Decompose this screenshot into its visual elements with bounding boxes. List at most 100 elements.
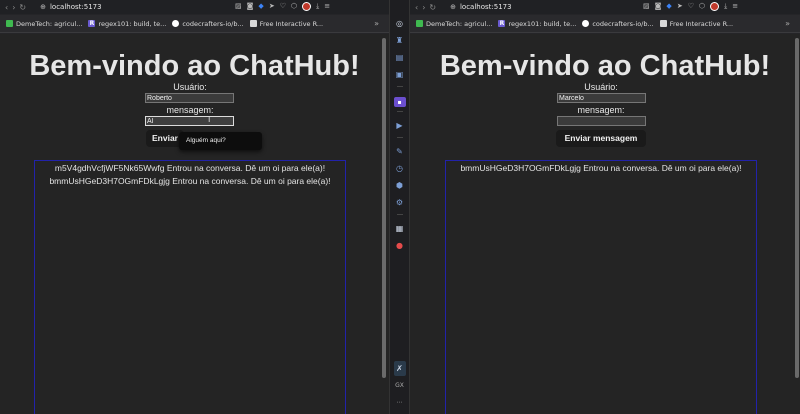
scrollbar[interactable] — [795, 38, 799, 378]
url-text: localhost:5173 — [459, 3, 512, 11]
site-info-icon[interactable]: ⊕ — [40, 3, 46, 11]
page-title: Bem-vindo ao ChatHub! — [29, 50, 360, 82]
download-icon[interactable]: ⤓ — [316, 2, 319, 11]
bookmark-page-icon — [659, 20, 667, 27]
regex101-icon: R — [498, 20, 506, 27]
menu-icon[interactable]: ≡ — [732, 2, 738, 11]
autocomplete-suggestion[interactable]: Alguém aqui? — [179, 132, 262, 150]
forward-icon[interactable]: › — [12, 3, 15, 12]
browser-window-left: ‹ › ↻ ⊕ localhost:5173 ▨ ◙ ◆ ➤ ♡ ⬡ ⤓ ≡ D… — [0, 0, 389, 414]
sidebar-divider — [396, 86, 403, 87]
pin-icon[interactable]: ✗ — [393, 361, 406, 376]
forward-icon[interactable]: › — [422, 3, 425, 12]
back-icon[interactable]: ‹ — [415, 3, 418, 12]
shield-icon[interactable]: ◆ — [666, 2, 671, 11]
nav-controls: ‹ › ↻ — [415, 3, 436, 12]
twitch-icon[interactable]: ▪ — [393, 97, 406, 107]
browser-sidebar: ◎ ♜ ▤ ▣ ▪ ▶ ✎ ◷ ⬢ ⚙ ▦ ● ✗ GX ⋯ — [389, 0, 410, 414]
browser-window-right: ‹ › ↻ ⊕ localhost:5173 ▨ ◙ ◆ ➤ ♡ ⬡ ⤓ ≡ D… — [410, 0, 800, 414]
bookmark-item[interactable]: Rregex101: build, te... — [498, 20, 576, 28]
message-label: mensagem: — [577, 105, 625, 115]
demetech-icon — [6, 20, 13, 27]
bookmark-item[interactable]: Free Interactive R... — [249, 20, 323, 28]
bookmark-item[interactable]: DemeTech: agricul... — [6, 20, 82, 28]
scrollbar[interactable] — [382, 38, 386, 378]
box-icon[interactable]: ⬢ — [394, 178, 406, 193]
wiki-icon[interactable]: ▦ — [394, 221, 406, 236]
sidebar-divider — [396, 111, 403, 112]
more-bookmarks-icon[interactable]: » — [785, 19, 790, 28]
address-bar[interactable]: ⊕ localhost:5173 — [450, 3, 511, 11]
vpn-icon[interactable]: ● — [394, 238, 406, 253]
message-list: m5V4gdhVcfjWF5Nk65Wwfg Entrou na convers… — [34, 160, 346, 414]
cube-icon[interactable]: ⬡ — [291, 2, 297, 11]
gx-badge[interactable]: GX — [394, 378, 406, 393]
history-icon[interactable]: ◷ — [394, 161, 406, 176]
send-icon[interactable]: ➤ — [677, 2, 683, 11]
lighthouse-icon[interactable]: ♜ — [394, 33, 406, 48]
reload-icon[interactable]: ↻ — [429, 3, 436, 12]
extension-icons: ▨ ◙ ◆ ➤ ♡ ⬡ ⤓ ≡ — [643, 2, 738, 11]
bookmark-item[interactable]: codecrafters-io/b... — [582, 20, 654, 28]
download-icon[interactable]: ⤓ — [724, 2, 727, 11]
user-input[interactable] — [145, 93, 234, 103]
chat-page: Bem-vindo ao ChatHub! Usuário: mensagem:… — [0, 34, 389, 414]
demetech-icon — [416, 20, 423, 27]
sidebar-divider — [396, 137, 403, 138]
user-input[interactable] — [557, 93, 646, 103]
github-icon — [172, 20, 180, 27]
cube-icon[interactable]: ⬡ — [699, 2, 705, 11]
bookmark-item[interactable]: codecrafters-io/b... — [172, 20, 244, 28]
bookmarks-bar: DemeTech: agricul... Rregex101: build, t… — [410, 15, 800, 33]
message-input[interactable] — [557, 116, 646, 126]
send-icon[interactable]: ➤ — [269, 2, 275, 11]
list-item: bmmUsHGeD3H7OGmFDkLgjg Entrou na convers… — [49, 176, 331, 186]
messenger-icon[interactable]: ▣ — [394, 67, 406, 82]
notes-icon[interactable]: ▤ — [394, 50, 406, 65]
github-icon — [582, 20, 590, 27]
profile-avatar[interactable] — [710, 2, 720, 11]
bookmarks-bar: DemeTech: agricul... Rregex101: build, t… — [0, 15, 389, 33]
profile-avatar[interactable] — [302, 2, 312, 11]
camera-icon[interactable]: ◙ — [655, 2, 662, 11]
page-title: Bem-vindo ao ChatHub! — [439, 50, 771, 82]
site-info-icon[interactable]: ⊕ — [450, 3, 456, 11]
message-input[interactable] — [145, 116, 234, 126]
more-bookmarks-icon[interactable]: » — [374, 19, 379, 28]
browser-toolbar: ‹ › ↻ ⊕ localhost:5173 ▨ ◙ ◆ ➤ ♡ ⬡ ⤓ ≡ — [410, 0, 800, 14]
camera-icon[interactable]: ◙ — [247, 2, 254, 11]
extension-icons: ▨ ◙ ◆ ➤ ♡ ⬡ ⤓ ≡ — [235, 2, 330, 11]
list-item: m5V4gdhVcfjWF5Nk65Wwfg Entrou na convers… — [54, 163, 326, 173]
message-label: mensagem: — [166, 105, 214, 115]
image-icon[interactable]: ▨ — [643, 2, 650, 11]
menu-icon[interactable]: ≡ — [324, 2, 330, 11]
image-icon[interactable]: ▨ — [235, 2, 242, 11]
shield-icon[interactable]: ◆ — [258, 2, 263, 11]
user-label: Usuário: — [173, 82, 207, 92]
settings-icon[interactable]: ⚙ — [394, 195, 406, 210]
whatsapp-icon[interactable]: ◎ — [394, 16, 406, 31]
message-list: bmmUsHGeD3H7OGmFDkLgjg Entrou na convers… — [445, 160, 757, 414]
list-item: bmmUsHGeD3H7OGmFDkLgjg Entrou na convers… — [460, 163, 742, 173]
regex101-icon: R — [88, 20, 96, 27]
sidebar-divider — [396, 214, 403, 215]
send-message-button[interactable]: Enviar mensagem — [556, 130, 646, 147]
nav-controls: ‹ › ↻ — [5, 3, 26, 12]
browser-toolbar: ‹ › ↻ ⊕ localhost:5173 ▨ ◙ ◆ ➤ ♡ ⬡ ⤓ ≡ — [0, 0, 389, 14]
bookmark-item[interactable]: Free Interactive R... — [659, 20, 733, 28]
bookmark-page-icon — [249, 20, 257, 27]
user-label: Usuário: — [584, 82, 618, 92]
heart-icon[interactable]: ♡ — [280, 2, 286, 11]
back-icon[interactable]: ‹ — [5, 3, 8, 12]
text-cursor-icon: I — [208, 115, 211, 124]
bookmark-item[interactable]: Rregex101: build, te... — [88, 20, 166, 28]
address-bar[interactable]: ⊕ localhost:5173 — [40, 3, 101, 11]
url-text: localhost:5173 — [49, 3, 102, 11]
reload-icon[interactable]: ↻ — [19, 3, 26, 12]
chat-page: Bem-vindo ao ChatHub! Usuário: mensagem:… — [410, 34, 800, 414]
more-icon[interactable]: ⋯ — [394, 395, 406, 410]
heart-icon[interactable]: ♡ — [688, 2, 694, 11]
edit-icon[interactable]: ✎ — [394, 144, 406, 159]
player-icon[interactable]: ▶ — [394, 118, 406, 133]
bookmark-item[interactable]: DemeTech: agricul... — [416, 20, 492, 28]
